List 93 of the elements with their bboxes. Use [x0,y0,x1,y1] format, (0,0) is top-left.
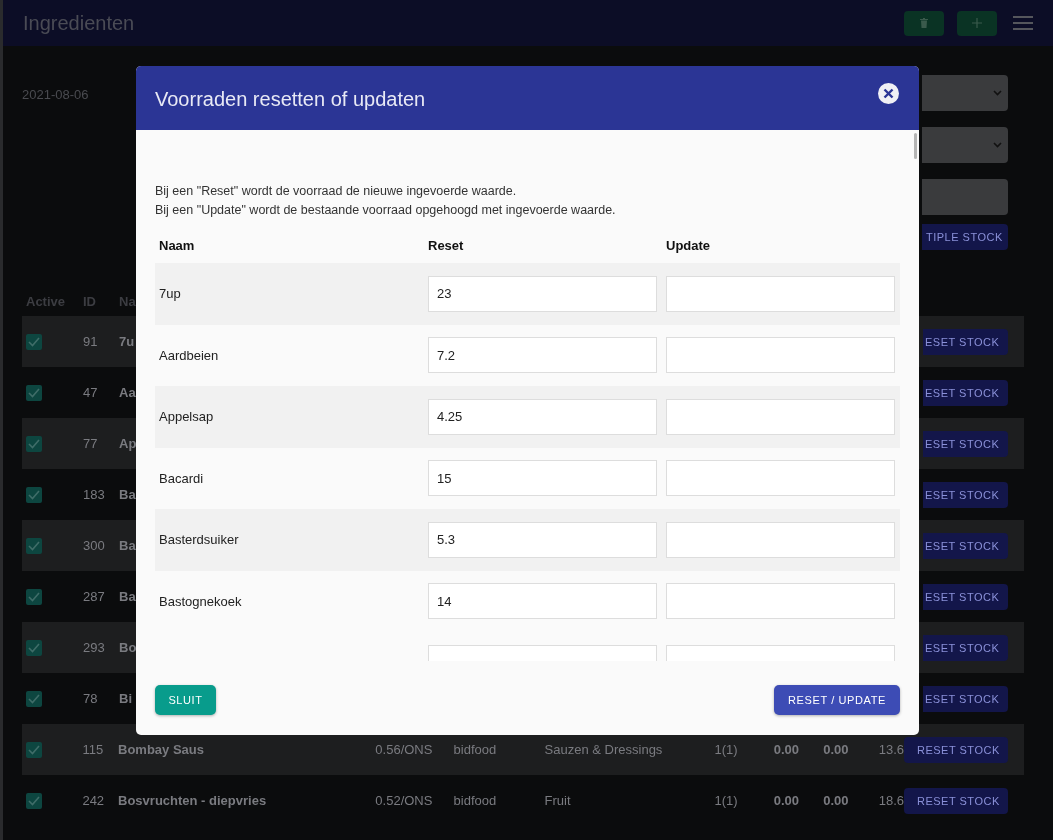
table-cell-text: 78 [83,691,99,706]
reset-stock-button[interactable]: RESET STOCK [904,736,1008,763]
checkbox[interactable] [26,741,42,758]
ingredient-name: Appelsap [159,409,215,425]
update-field[interactable] [666,460,895,497]
reset-stock-button[interactable]: ESET STOCK [923,532,1008,559]
table-cell-text: 0.00 [772,793,800,808]
table-cell: Bo [119,640,137,655]
table-cell-text: Sauzen & Dressings [544,742,664,757]
checkbox[interactable] [26,333,42,350]
table-cell-text: bidfood [453,742,498,757]
table-cell-text: 0.52/ONS [375,793,434,808]
ingredient-name: 7up [159,286,182,302]
table-cell-text: 183 [83,487,106,502]
page-title: Ingredienten [23,11,135,35]
reset-stock-button[interactable]: ESET STOCK [923,328,1008,355]
table-cell: Ba [119,589,136,604]
date-text: 2021-08-06 [22,87,89,104]
checkbox[interactable] [26,435,42,452]
reset-stock-button[interactable]: ESET STOCK [923,481,1008,508]
description-text: Bij een "Reset" wordt de voorraad de nieuwe ingevoerde waarde. [155,183,518,200]
update-field[interactable] [666,275,895,312]
dialog-title: Voorraden resetten of updaten [155,87,426,111]
table-cell: Ba [119,538,136,553]
trash-icon [920,18,928,28]
ingredient-name: Bacardi [159,470,205,486]
update-field[interactable] [666,583,895,620]
checkbox[interactable] [26,588,42,605]
table-cell: 7u [119,334,135,349]
table-cell-text: 77 [83,436,99,451]
reset-stock-button[interactable]: ESET STOCK [923,583,1008,610]
table-cell-text: 13.6 [877,742,904,757]
table-cell-text: 293 [83,640,106,655]
add-button[interactable] [957,10,997,36]
close-button[interactable]: SLUIT [155,685,216,715]
chevron-down-icon [993,142,1002,148]
table-cell-text: 0.00 [772,742,800,757]
reset-field[interactable]: 4.25 [428,398,657,435]
reset-field[interactable]: 14 [428,583,657,620]
ingredient-name: Bastognekoek [159,593,243,609]
column-header: Naam [159,238,196,253]
scrollbar[interactable] [914,133,917,159]
reset-stock-button[interactable]: ESET STOCK [923,685,1008,712]
table-cell: Bi [119,691,132,706]
table-cell-text: bidfood [453,793,498,808]
checkbox[interactable] [26,792,42,809]
table-cell-text: 0.00 [822,742,849,757]
ingredient-name: Aardbeien [159,347,220,363]
table-cell-text: Bosvruchten - diepvries [118,793,268,808]
reset-field[interactable]: 7.2 [428,337,657,374]
table-cell-text: 18.6 [877,793,904,808]
checkbox[interactable] [26,639,42,656]
update-field[interactable] [666,398,895,435]
table-cell-text: 91 [83,334,99,349]
plus-icon [972,18,982,28]
table-cell-text: Bombay Saus [118,742,205,757]
checkbox[interactable] [26,537,42,554]
reset-field[interactable]: 23 [428,275,657,312]
table-cell-text: 1(1) [713,793,738,808]
table-cell-text: 242 [82,793,106,808]
table-cell: Aa [119,385,136,400]
reset-stock-button[interactable]: RESET STOCK [904,787,1008,814]
column-header: Update [666,238,712,253]
chevron-down-icon [993,90,1002,96]
update-field[interactable] [666,337,895,374]
table-cell-text: 1(1) [713,742,738,757]
table-cell-text: 115 [82,742,105,757]
menu-icon[interactable] [1013,16,1033,30]
delete-button[interactable] [904,10,944,36]
checkbox[interactable] [26,690,42,707]
reset-stock-button[interactable]: ESET STOCK [923,379,1008,406]
ingredient-name: Basterdsuiker [159,532,240,548]
update-field[interactable] [666,521,895,558]
table-cell-text: 0.00 [822,793,849,808]
close-icon[interactable] [878,82,899,104]
checkbox[interactable] [26,486,42,503]
table-cell-text: 300 [83,538,106,553]
table-cell: Ap [119,436,137,451]
multiple-stock-button[interactable]: TIPLE STOCK [922,224,1008,250]
table-cell-text: Fruit [544,793,572,808]
reset-field[interactable]: 5.3 [428,521,657,558]
input-field[interactable] [922,179,1008,215]
reset-field[interactable]: 15 [428,460,657,497]
description-text: Bij een "Update" wordt de bestaande voorraad opgehoogd met ingevoerde waarde. [155,202,617,219]
table-cell: Ba [119,487,136,502]
column-header: Reset [428,238,465,253]
table-cell-text: 47 [83,385,99,400]
reset-update-button[interactable]: RESET / UPDATE [774,685,900,715]
checkbox[interactable] [26,384,42,401]
table-cell-text: 0.56/ONS [375,742,434,757]
reset-stock-button[interactable]: ESET STOCK [923,634,1008,661]
table-cell-text: 287 [83,589,106,604]
reset-stock-button[interactable]: ESET STOCK [923,430,1008,457]
